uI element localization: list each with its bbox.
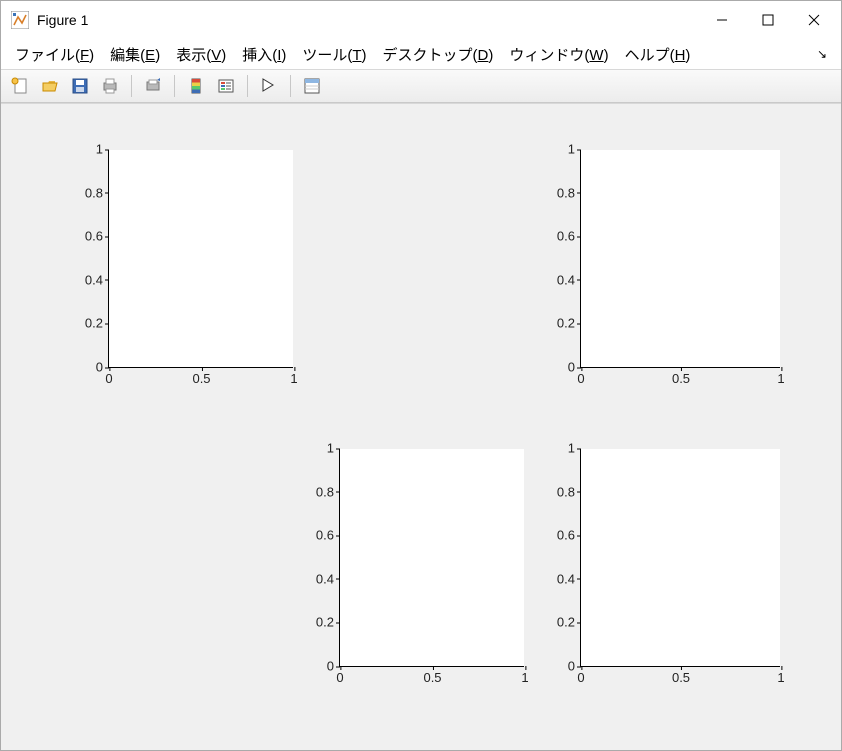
menubar: ファイル(F) 編集(E) 表示(V) 挿入(I) ツール(T) デスクトップ(… <box>1 39 841 69</box>
ytick-label: 0.2 <box>316 615 340 630</box>
menu-view[interactable]: 表示(V) <box>168 40 234 69</box>
axes-row2-col3[interactable]: 00.20.40.60.8100.51 <box>580 449 780 667</box>
xtick-label: 0 <box>105 367 112 386</box>
ytick-label: 0.6 <box>316 528 340 543</box>
ytick-label: 0.4 <box>557 272 581 287</box>
menu-window[interactable]: ウィンドウ(W) <box>501 40 616 69</box>
menu-help[interactable]: ヘルプ(H) <box>617 40 699 69</box>
axes-row2-col2[interactable]: 00.20.40.60.8100.51 <box>339 449 524 667</box>
property-inspector-button[interactable] <box>299 73 325 99</box>
ytick-label: 1 <box>327 441 340 456</box>
menu-insert[interactable]: 挿入(I) <box>234 40 294 69</box>
toolbar-separator <box>174 75 175 97</box>
toolbar-separator <box>290 75 291 97</box>
ytick-label: 0.2 <box>557 615 581 630</box>
xtick-label: 0.5 <box>672 666 690 685</box>
print-button[interactable] <box>97 73 123 99</box>
ytick-label: 0.2 <box>85 316 109 331</box>
window-title: Figure 1 <box>37 12 88 28</box>
ytick-label: 1 <box>568 142 581 157</box>
xtick-label: 0.5 <box>192 367 210 386</box>
ytick-label: 0.4 <box>316 571 340 586</box>
ytick-label: 0.8 <box>85 185 109 200</box>
ytick-label: 0.8 <box>316 484 340 499</box>
link-print-button[interactable] <box>140 73 166 99</box>
menu-tools[interactable]: ツール(T) <box>294 40 374 69</box>
colorbar-button[interactable] <box>183 73 209 99</box>
close-button[interactable] <box>791 5 837 35</box>
figure-canvas[interactable]: 00.20.40.60.8100.5100.20.40.60.8100.5100… <box>1 103 841 750</box>
ytick-label: 0.6 <box>85 229 109 244</box>
menu-file[interactable]: ファイル(F) <box>7 40 102 69</box>
toolbar-separator <box>131 75 132 97</box>
ytick-label: 0.4 <box>85 272 109 287</box>
edit-plot-button[interactable] <box>256 73 282 99</box>
ytick-label: 1 <box>568 441 581 456</box>
save-button[interactable] <box>67 73 93 99</box>
ytick-label: 0.8 <box>557 185 581 200</box>
ytick-label: 0.2 <box>557 316 581 331</box>
maximize-button[interactable] <box>745 5 791 35</box>
axes-row1-col1[interactable]: 00.20.40.60.8100.51 <box>108 150 293 368</box>
ytick-label: 0.4 <box>557 571 581 586</box>
axes-row1-col2[interactable]: 00.20.40.60.8100.51 <box>580 150 780 368</box>
toolbar-separator <box>247 75 248 97</box>
xtick-label: 0.5 <box>423 666 441 685</box>
app-icon <box>11 11 29 29</box>
xtick-label: 0 <box>577 367 584 386</box>
xtick-label: 0 <box>577 666 584 685</box>
minimize-button[interactable] <box>699 5 745 35</box>
dock-arrow-icon[interactable]: ↘ <box>817 47 835 61</box>
xtick-label: 1 <box>290 367 297 386</box>
menu-desktop[interactable]: デスクトップ(D) <box>375 40 502 69</box>
menu-edit[interactable]: 編集(E) <box>102 40 168 69</box>
toolbar <box>1 69 841 103</box>
titlebar: Figure 1 <box>1 1 841 39</box>
xtick-label: 1 <box>521 666 528 685</box>
new-figure-button[interactable] <box>7 73 33 99</box>
xtick-label: 1 <box>777 367 784 386</box>
legend-button[interactable] <box>213 73 239 99</box>
xtick-label: 1 <box>777 666 784 685</box>
open-button[interactable] <box>37 73 63 99</box>
xtick-label: 0 <box>336 666 343 685</box>
ytick-label: 0.6 <box>557 229 581 244</box>
xtick-label: 0.5 <box>672 367 690 386</box>
ytick-label: 0.6 <box>557 528 581 543</box>
ytick-label: 0.8 <box>557 484 581 499</box>
ytick-label: 1 <box>96 142 109 157</box>
